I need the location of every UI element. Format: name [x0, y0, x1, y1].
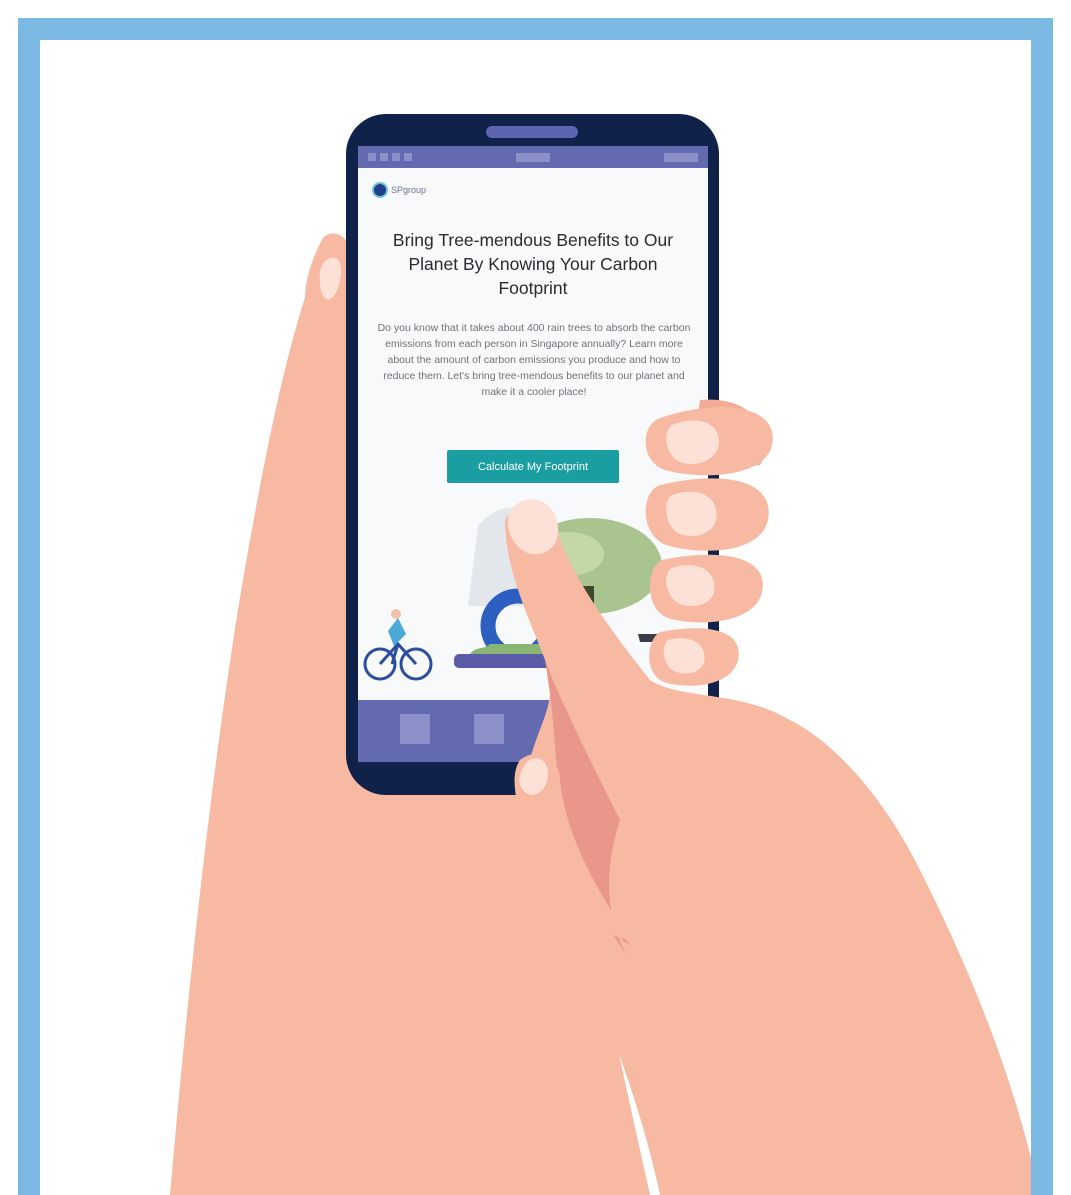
tapping-hand-illustration	[505, 399, 1031, 1195]
scene: SPgroup Bring Tree-mendous Benefits to O…	[40, 40, 1031, 1195]
illustration-frame: SPgroup Bring Tree-mendous Benefits to O…	[18, 18, 1053, 1195]
fingernail-icon	[666, 420, 719, 464]
fingernail-icon	[666, 491, 717, 536]
